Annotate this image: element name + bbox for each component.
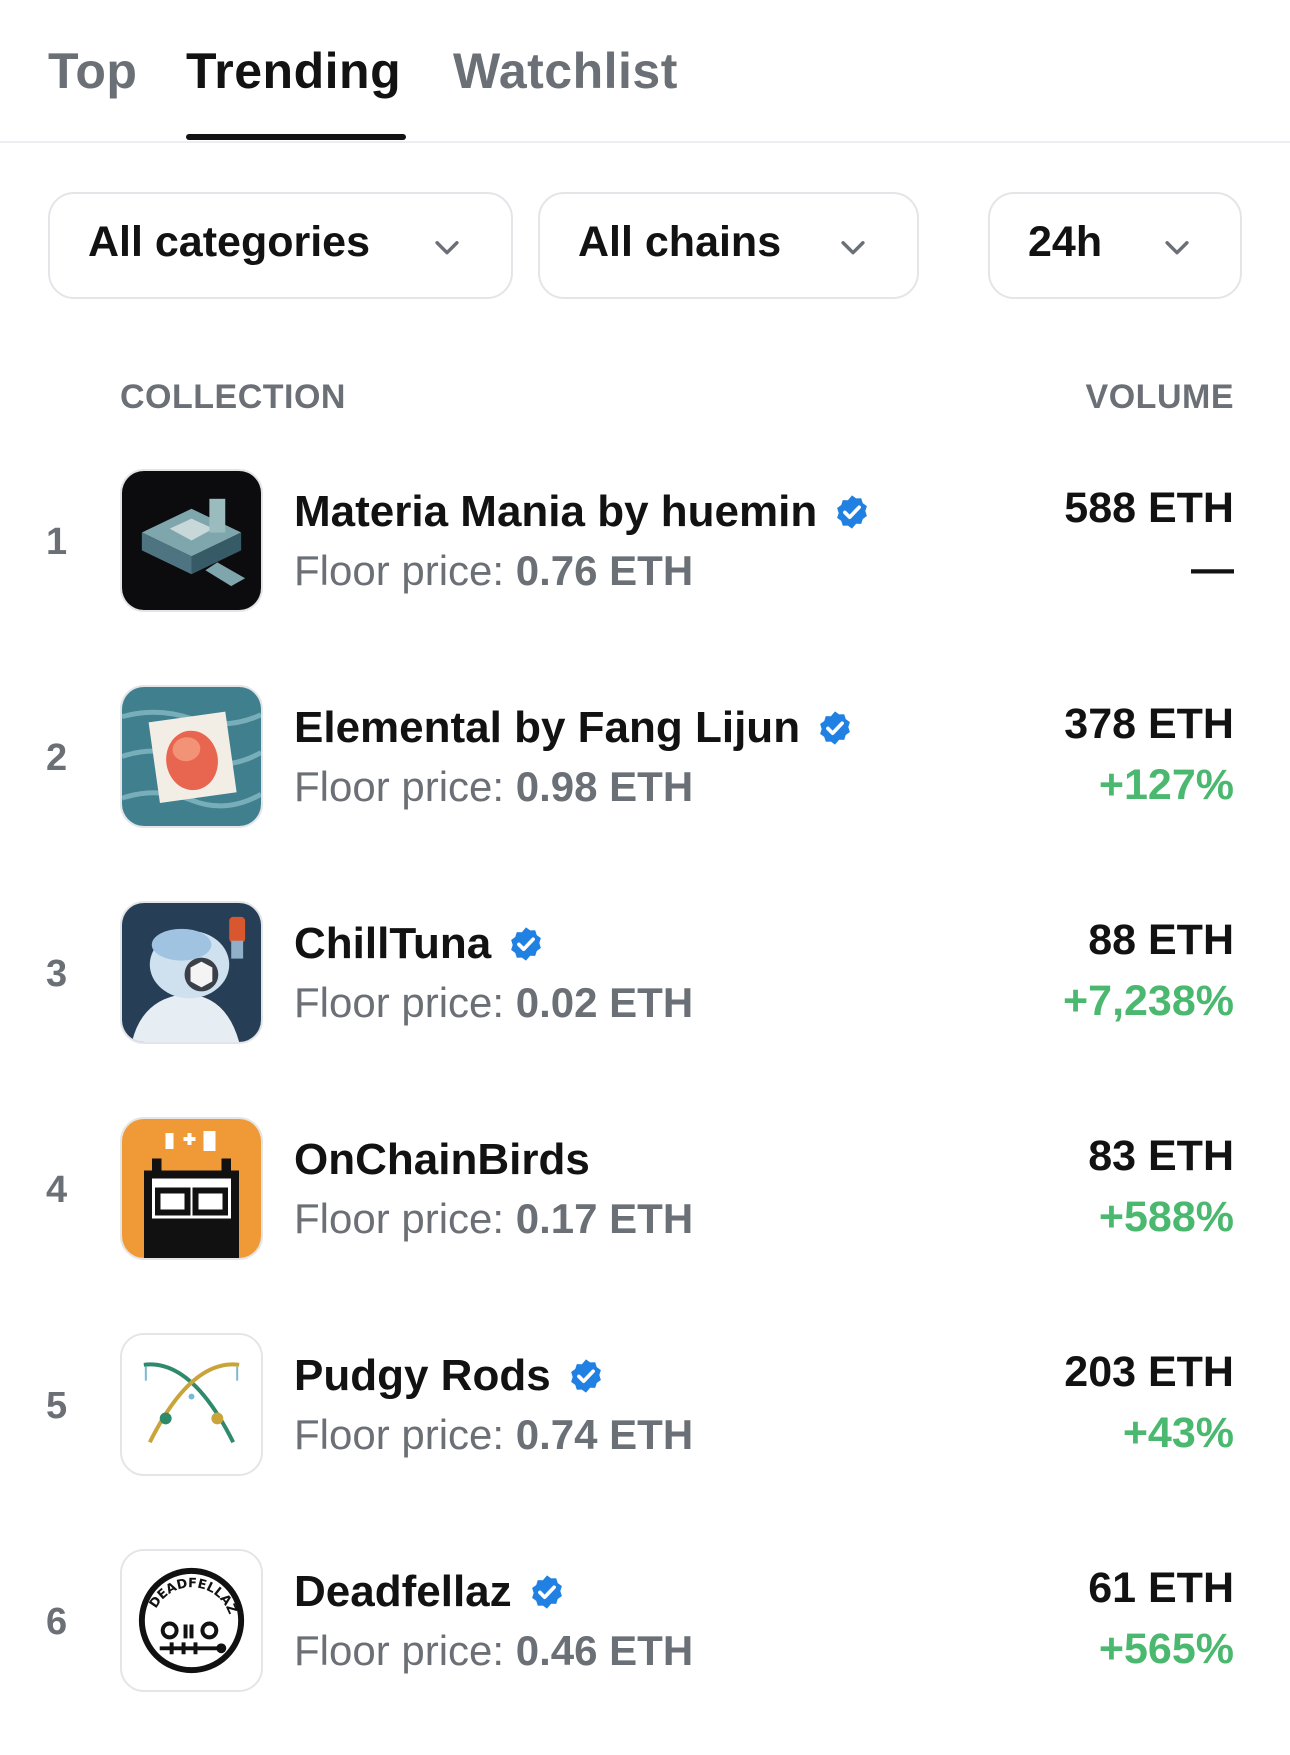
rank-number: 2 [46,737,68,779]
floor-price-value: 0.02 ETH [515,979,694,1026]
floor-price-label: Floor price: [294,979,516,1026]
volume-value: 588 ETH [1064,484,1234,532]
collection-name[interactable]: Materia Mania by huemin [294,487,817,537]
collection-name-line: Deadfellaz [294,1564,566,1620]
verified-badge-icon [531,1575,562,1609]
volume-change: +7,238% [1063,977,1234,1025]
time-period-label: 24h [1028,218,1103,266]
chevron-down-icon [435,241,459,255]
floor-price: Floor price: 0.74 ETH [294,1411,693,1459]
rank-number: 6 [46,1601,68,1643]
collection-name-line: Materia Mania by huemin [294,484,871,540]
collection-name-line: Pudgy Rods [294,1348,605,1404]
volume-value: 203 ETH [1064,1348,1234,1396]
collection-row[interactable]: 3 ChillTuna Floor price: 0.02 ETH 88 ETH… [0,901,1290,1051]
floor-price-value: 0.98 ETH [515,763,694,810]
deadfellaz-thumbnail: DEADFELLAZ [120,1549,263,1692]
floor-price: Floor price: 0.98 ETH [294,763,693,811]
rank-number: 4 [46,1169,68,1211]
collection-row[interactable]: 2 Elemental by Fang Lijun Floor price: 0… [0,685,1290,835]
volume-value: 83 ETH [1088,1132,1234,1180]
tab-bar: Top Trending Watchlist [0,0,1290,143]
collection-name-line: Elemental by Fang Lijun [294,700,854,756]
active-tab-indicator [186,134,406,140]
materia-mania-thumbnail [120,469,263,612]
verified-badge-icon [511,927,542,961]
collection-name[interactable]: OnChainBirds [294,1135,590,1185]
tab-watchlist[interactable]: Watchlist [453,42,678,100]
collection-name[interactable]: ChillTuna [294,919,491,969]
rank-number: 3 [46,953,68,995]
collection-name[interactable]: Elemental by Fang Lijun [294,703,800,753]
collection-name[interactable]: Pudgy Rods [294,1351,551,1401]
chevron-down-icon [1165,241,1189,255]
volume-change: +565% [1098,1625,1234,1673]
volume-value: 61 ETH [1088,1564,1234,1612]
floor-price-label: Floor price: [294,1627,516,1674]
category-filter-label: All categories [88,218,370,266]
tab-trending[interactable]: Trending [186,42,401,100]
collection-name-line: OnChainBirds [294,1132,590,1188]
volume-change: +588% [1098,1193,1234,1241]
volume-change: +43% [1122,1409,1234,1457]
floor-price-label: Floor price: [294,1195,516,1242]
floor-price-value: 0.74 ETH [515,1411,694,1458]
floor-price-value: 0.17 ETH [515,1195,694,1242]
verified-badge-icon [570,1359,601,1393]
floor-price-value: 0.76 ETH [515,547,694,594]
floor-price: Floor price: 0.17 ETH [294,1195,693,1243]
verified-badge-icon [837,495,868,529]
chain-filter-dropdown[interactable]: All chains [538,192,919,299]
chevron-down-icon [841,241,865,255]
volume-change: — [1191,545,1234,593]
collection-row[interactable]: 5 Pudgy Rods Floor price: 0.74 ETH 203 E… [0,1333,1290,1483]
floor-price-value: 0.46 ETH [515,1627,694,1674]
collection-row[interactable]: 6 DEADFELLAZ Deadfellaz Floor price: 0.4… [0,1549,1290,1699]
collection-name-line: ChillTuna [294,916,545,972]
volume-column-header[interactable]: VOLUME [1086,378,1234,417]
time-period-dropdown[interactable]: 24h [988,192,1242,299]
tab-top[interactable]: Top [48,42,137,100]
collection-name[interactable]: Deadfellaz [294,1567,512,1617]
verified-badge-icon [820,711,850,745]
floor-price-label: Floor price: [294,547,516,594]
chain-filter-label: All chains [578,218,782,266]
floor-price: Floor price: 0.76 ETH [294,547,693,595]
collection-row[interactable]: 4 OnChainBirds Floor price: 0.17 ETH 83 … [0,1117,1290,1267]
collection-row[interactable]: 1 Materia Mania by huemin Floor price: 0… [0,469,1290,619]
floor-price-label: Floor price: [294,763,516,810]
floor-price: Floor price: 0.46 ETH [294,1627,693,1675]
rank-number: 1 [46,521,68,563]
onchainbirds-thumbnail [120,1117,263,1260]
volume-change: +127% [1098,761,1234,809]
volume-value: 378 ETH [1064,700,1234,748]
floor-price: Floor price: 0.02 ETH [294,979,693,1027]
collection-column-header[interactable]: COLLECTION [120,378,346,417]
elemental-thumbnail [120,685,263,828]
chilltuna-thumbnail [120,901,263,1044]
floor-price-label: Floor price: [294,1411,516,1458]
volume-value: 88 ETH [1088,916,1234,964]
rank-number: 5 [46,1385,68,1427]
pudgy-rods-thumbnail [120,1333,263,1476]
category-filter-dropdown[interactable]: All categories [48,192,513,299]
